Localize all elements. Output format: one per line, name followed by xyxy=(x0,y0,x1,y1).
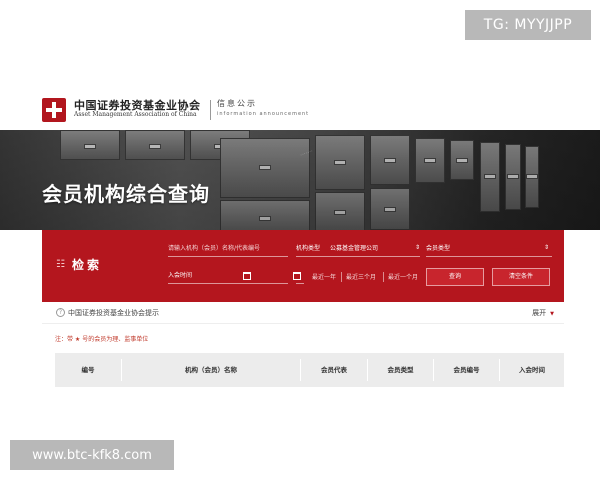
caret-down-icon[interactable]: ▼ xyxy=(550,311,554,317)
section-title-cn: 信息公示 xyxy=(217,99,257,108)
results-table-header: 编号 机构（会员）名称 会员代表 会员类型 会员编号 入会时间 xyxy=(55,353,564,387)
range-option-3m[interactable]: 最近三个月 xyxy=(346,272,376,281)
range-option-1y[interactable]: 最近一年 xyxy=(312,272,336,281)
calendar-icon[interactable] xyxy=(293,272,301,280)
hero-banner: ······· 会员机构综合查询 xyxy=(0,130,600,230)
org-name-input[interactable]: 请输入机构（会员）名称/代表编号 xyxy=(168,243,288,257)
org-type-select[interactable]: 公募基金管理公司 xyxy=(330,243,420,257)
council-note: 注：带 ★ 号的会员为理、监事单位 xyxy=(55,336,149,343)
calendar-icon[interactable] xyxy=(243,272,251,280)
section-title-en: information announcement xyxy=(217,111,310,117)
divider xyxy=(383,272,384,282)
join-time-start[interactable]: 入会时间 xyxy=(168,270,288,284)
expand-label[interactable]: 展开 xyxy=(532,309,546,317)
clear-button[interactable]: 清空条件 xyxy=(492,268,550,286)
filter-icon: ☷ xyxy=(56,259,65,270)
org-type-label: 机构类型 xyxy=(296,243,330,257)
hint-row: ? 中国证券投资基金业协会提示 展开 ▼ xyxy=(42,302,564,324)
tg-badge: TG: MYYJJPP xyxy=(465,10,591,40)
site-header: 中国证券投资基金业协会 Asset Management Association… xyxy=(0,85,600,130)
help-icon: ? xyxy=(56,308,65,317)
hint-text: 中国证券投资基金业协会提示 xyxy=(68,309,159,317)
search-title: 检索 xyxy=(72,258,103,272)
col-header-join-time[interactable]: 入会时间 xyxy=(500,353,564,387)
member-type-select[interactable]: 会员类型 xyxy=(426,243,552,257)
chevron-down-icon[interactable]: ⇕ xyxy=(544,244,549,251)
col-header-member-number[interactable]: 会员编号 xyxy=(434,353,499,387)
amac-logo-icon[interactable] xyxy=(42,98,66,122)
col-header-representative[interactable]: 会员代表 xyxy=(301,353,367,387)
header-divider xyxy=(210,100,211,120)
range-option-1m[interactable]: 最近一个月 xyxy=(388,272,418,281)
org-name-en: Asset Management Association of China xyxy=(74,111,197,118)
divider xyxy=(341,272,342,282)
query-button[interactable]: 查询 xyxy=(426,268,484,286)
search-panel: ☷ 检索 请输入机构（会员）名称/代表编号 机构类型 公募基金管理公司 ⇕ 会员… xyxy=(42,230,564,302)
col-header-number[interactable]: 编号 xyxy=(55,353,121,387)
expand-toggle[interactable]: 展开 ▼ xyxy=(532,308,554,318)
col-header-member-type[interactable]: 会员类型 xyxy=(368,353,433,387)
page-title: 会员机构综合查询 xyxy=(42,182,210,206)
chevron-down-icon[interactable]: ⇕ xyxy=(415,244,420,251)
site-url-badge: www.btc-kfk8.com xyxy=(10,440,174,470)
col-header-org-name[interactable]: 机构（会员）名称 xyxy=(122,353,300,387)
